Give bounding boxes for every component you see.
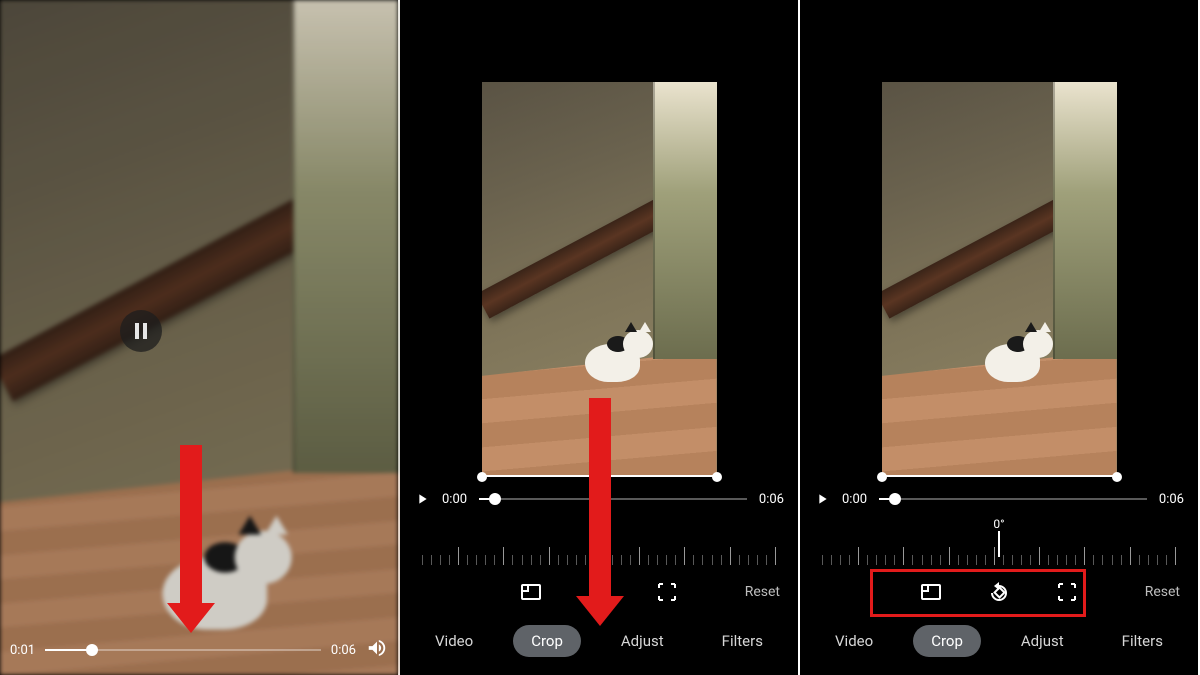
current-time: 0:00 (442, 492, 467, 507)
aspect-ratio-icon[interactable] (518, 579, 544, 605)
tab-crop[interactable]: Crop (913, 625, 981, 657)
aspect-ratio-icon[interactable] (918, 579, 944, 605)
tab-adjust[interactable]: Adjust (1003, 625, 1082, 657)
current-time: 0:00 (842, 492, 867, 507)
rotation-ruler[interactable] (822, 535, 1176, 565)
volume-icon[interactable] (366, 637, 388, 663)
play-button[interactable] (814, 491, 830, 507)
crop-handle-bl[interactable] (877, 472, 887, 482)
crop-preview[interactable] (882, 82, 1117, 477)
annotation-arrow (180, 445, 202, 605)
annotation-arrow (589, 398, 611, 598)
crop-handle-br[interactable] (712, 472, 722, 482)
tab-video[interactable]: Video (417, 625, 491, 657)
crop-tool-row: Reset (800, 573, 1198, 613)
edit-tabs: Video Crop Adjust Filters (800, 613, 1198, 675)
seek-bar[interactable] (45, 638, 321, 662)
total-time: 0:06 (331, 643, 356, 658)
crop-tools-highlight-panel: 0:00 0:06 0° Reset Vid (800, 0, 1200, 675)
seek-bar[interactable] (479, 487, 747, 511)
play-button[interactable] (414, 491, 430, 507)
freeform-crop-icon[interactable] (654, 579, 680, 605)
tab-filters[interactable]: Filters (704, 625, 781, 657)
playback-panel: 0:01 0:06 (0, 0, 400, 675)
crop-panel: 0:00 0:06 Reset Video (400, 0, 800, 675)
freeform-crop-icon[interactable] (1054, 579, 1080, 605)
crop-handle-bl[interactable] (477, 472, 487, 482)
rotate-icon[interactable] (986, 579, 1012, 605)
current-time: 0:01 (10, 643, 35, 658)
tab-crop[interactable]: Crop (513, 625, 581, 657)
tab-filters[interactable]: Filters (1104, 625, 1181, 657)
reset-button[interactable]: Reset (1145, 584, 1180, 600)
seek-bar[interactable] (879, 487, 1147, 511)
tab-adjust[interactable]: Adjust (603, 625, 682, 657)
crop-handle-br[interactable] (1112, 472, 1122, 482)
tab-video[interactable]: Video (817, 625, 891, 657)
total-time: 0:06 (1159, 492, 1184, 507)
total-time: 0:06 (759, 492, 784, 507)
reset-button[interactable]: Reset (745, 584, 780, 600)
pause-button[interactable] (120, 310, 162, 352)
